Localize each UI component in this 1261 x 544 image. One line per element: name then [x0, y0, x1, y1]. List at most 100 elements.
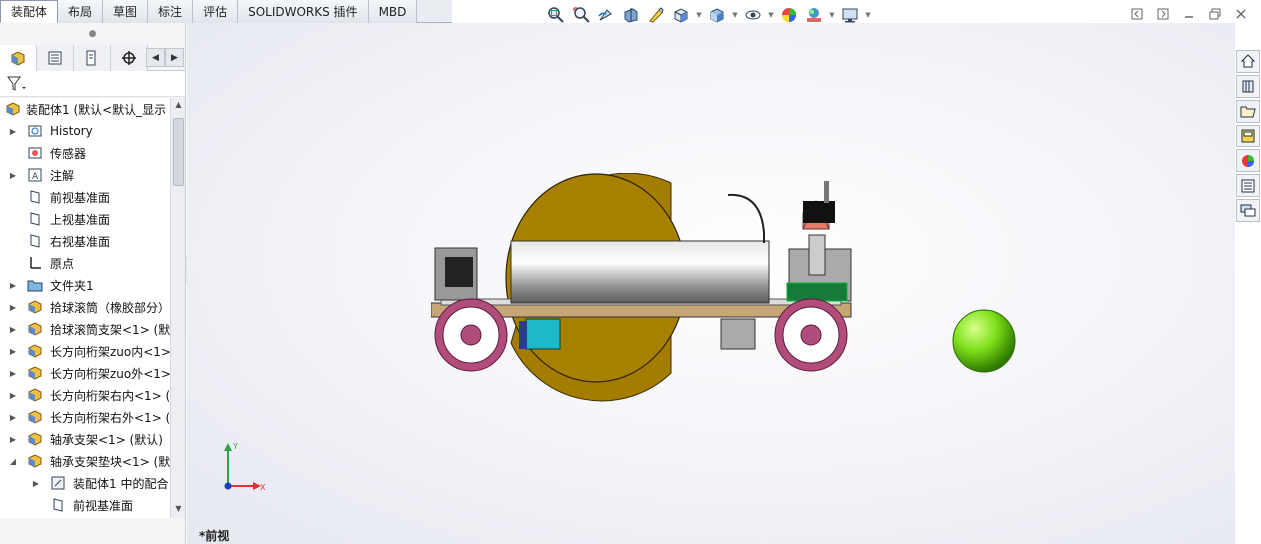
- ball: [952, 309, 1016, 373]
- tree-item[interactable]: ▶ A 注解: [0, 164, 170, 186]
- part-icon: [26, 430, 44, 448]
- expand-icon[interactable]: ▶: [31, 479, 41, 488]
- part-icon: [26, 408, 44, 426]
- panel-tabs-left-arrow[interactable]: ◀: [146, 48, 165, 67]
- robot-assembly-model[interactable]: [431, 173, 1031, 403]
- plane-icon: [49, 496, 67, 514]
- tree-item-label: 轴承支架垫块<1> (默: [50, 454, 170, 469]
- part-icon: [26, 298, 44, 316]
- tab-feature-manager[interactable]: [0, 45, 37, 71]
- expand-icon[interactable]: ▶: [8, 281, 18, 290]
- tab-3[interactable]: 标注: [148, 0, 194, 23]
- tree-item-label: 上视基准面: [50, 212, 111, 227]
- tree-item[interactable]: ▶ 长方向桁架zuo外<1>: [0, 362, 170, 384]
- tree-item[interactable]: 前视基准面: [0, 186, 170, 208]
- expand-icon[interactable]: ▶: [8, 435, 18, 444]
- tree-item-label: 长方向桁架右内<1> (: [50, 388, 170, 403]
- wheel-left: [434, 298, 508, 372]
- panel-tabs-right-arrow[interactable]: ▶: [165, 48, 184, 67]
- tree-item-label: 原点: [50, 256, 75, 271]
- origin-icon: [26, 254, 44, 272]
- tree-item-label: 长方向桁架右外<1> (: [50, 410, 170, 425]
- tree-item[interactable]: ▶ 拾球滚筒（橡胶部分）: [0, 296, 170, 318]
- tab-2[interactable]: 草图: [103, 0, 149, 23]
- view-palette-icon[interactable]: [1236, 124, 1260, 148]
- minimize-icon[interactable]: [1180, 6, 1198, 22]
- tab-6[interactable]: MBD: [368, 0, 418, 23]
- scroll-up-icon[interactable]: ▲: [171, 98, 185, 112]
- filter-icon[interactable]: [6, 75, 28, 93]
- tree-item-label: 右视基准面: [50, 234, 111, 249]
- part-icon: [26, 342, 44, 360]
- expand-icon[interactable]: ▶: [8, 369, 18, 378]
- expand-icon[interactable]: ▶: [8, 127, 18, 136]
- tab-0[interactable]: 装配体: [0, 0, 59, 23]
- panel-grip[interactable]: ●: [0, 23, 185, 45]
- collapse-icon[interactable]: ◢: [8, 457, 18, 466]
- custom-properties-icon[interactable]: [1236, 174, 1260, 198]
- restore-right-icon[interactable]: [1154, 6, 1172, 22]
- scroll-down-icon[interactable]: ▼: [171, 502, 185, 516]
- sensor-icon: [26, 144, 44, 162]
- tree-item[interactable]: ▶ 长方向桁架右内<1> (: [0, 384, 170, 406]
- maximize-icon[interactable]: [1206, 6, 1224, 22]
- expand-icon[interactable]: ▶: [8, 171, 18, 180]
- tree-item[interactable]: 上视基准面: [0, 208, 170, 230]
- tree-item[interactable]: ▶ 拾球滚筒支架<1> (默: [0, 318, 170, 340]
- command-manager-tabs: 装配体 布局 草图 标注 评估 SOLIDWORKS 插件 MBD: [0, 0, 452, 23]
- tab-4[interactable]: 评估: [193, 0, 239, 23]
- tab-dimxpert-manager[interactable]: [111, 45, 148, 71]
- solidworks-resources-icon[interactable]: [1236, 50, 1260, 73]
- file-explorer-icon[interactable]: [1236, 99, 1260, 123]
- design-library-icon[interactable]: [1236, 74, 1260, 98]
- view-orientation-label: *前视: [199, 529, 230, 543]
- tab-5[interactable]: SOLIDWORKS 插件: [238, 0, 369, 23]
- expand-icon[interactable]: ▶: [8, 325, 18, 334]
- folder-icon: [26, 276, 44, 294]
- property-manager-icon: [48, 51, 62, 65]
- tree-item-label: 长方向桁架zuo外<1>: [50, 366, 170, 381]
- tree-item-label: 传感器: [50, 146, 87, 161]
- tree-item-label: 轴承支架<1> (默认): [50, 432, 163, 447]
- tree-item[interactable]: ▶ 文件夹1: [0, 274, 170, 296]
- reference-triad: Y X: [217, 441, 267, 496]
- tree-item[interactable]: 前视基准面: [0, 494, 170, 516]
- tree-item[interactable]: ▶ 长方向桁架右外<1> (: [0, 406, 170, 428]
- tree-item[interactable]: ▶ 长方向桁架zuo内<1>: [0, 340, 170, 362]
- tab-property-manager[interactable]: [37, 45, 74, 71]
- plane-icon: [26, 210, 44, 228]
- part-icon: [26, 364, 44, 382]
- tree-item-label: 拾球滚筒支架<1> (默: [50, 322, 170, 337]
- appearances-icon[interactable]: [1236, 149, 1260, 173]
- tree-scrollbar[interactable]: ▲ ▼: [170, 98, 185, 518]
- svg-text:A: A: [32, 172, 39, 182]
- configuration-manager-icon: [86, 50, 96, 66]
- expand-icon[interactable]: ▶: [8, 303, 18, 312]
- scrollbar-thumb[interactable]: [173, 118, 184, 186]
- forum-icon[interactable]: [1236, 199, 1260, 223]
- part-icon: [26, 320, 44, 338]
- wheel-right: [774, 298, 848, 372]
- window-controls: [1128, 6, 1250, 22]
- tree-item[interactable]: ▶ 装配体1 中的配合: [0, 472, 170, 494]
- tree-item[interactable]: ◢ 轴承支架垫块<1> (默: [0, 450, 170, 472]
- expand-icon[interactable]: ▶: [8, 347, 18, 356]
- triad-y-label: Y: [232, 442, 238, 451]
- tree-item-label: 装配体1 (默认<默认_显示: [26, 102, 167, 117]
- tree-item[interactable]: 右视基准面: [0, 230, 170, 252]
- tree-item[interactable]: ▶ History: [0, 120, 170, 142]
- tab-configuration-manager[interactable]: [74, 45, 111, 71]
- tree-item[interactable]: 传感器: [0, 142, 170, 164]
- expand-icon[interactable]: ▶: [8, 413, 18, 422]
- tree-root[interactable]: 装配体1 (默认<默认_显示: [0, 98, 170, 120]
- annotation-icon: A: [26, 166, 44, 184]
- tab-1[interactable]: 布局: [58, 0, 104, 23]
- tree-item[interactable]: ▶ 轴承支架<1> (默认): [0, 428, 170, 450]
- expand-icon[interactable]: ▶: [8, 391, 18, 400]
- feature-manager-panel: ● ◀ ▶ 装配体1 (默认<默认_显示 ▶ History 传感器 ▶ A 注解 前视基准面…: [0, 23, 186, 544]
- dimxpert-icon: [122, 51, 136, 65]
- tree-item[interactable]: 原点: [0, 252, 170, 274]
- graphics-viewport[interactable]: Y X *前视: [187, 23, 1235, 544]
- close-icon[interactable]: [1232, 6, 1250, 22]
- restore-left-icon[interactable]: [1128, 6, 1146, 22]
